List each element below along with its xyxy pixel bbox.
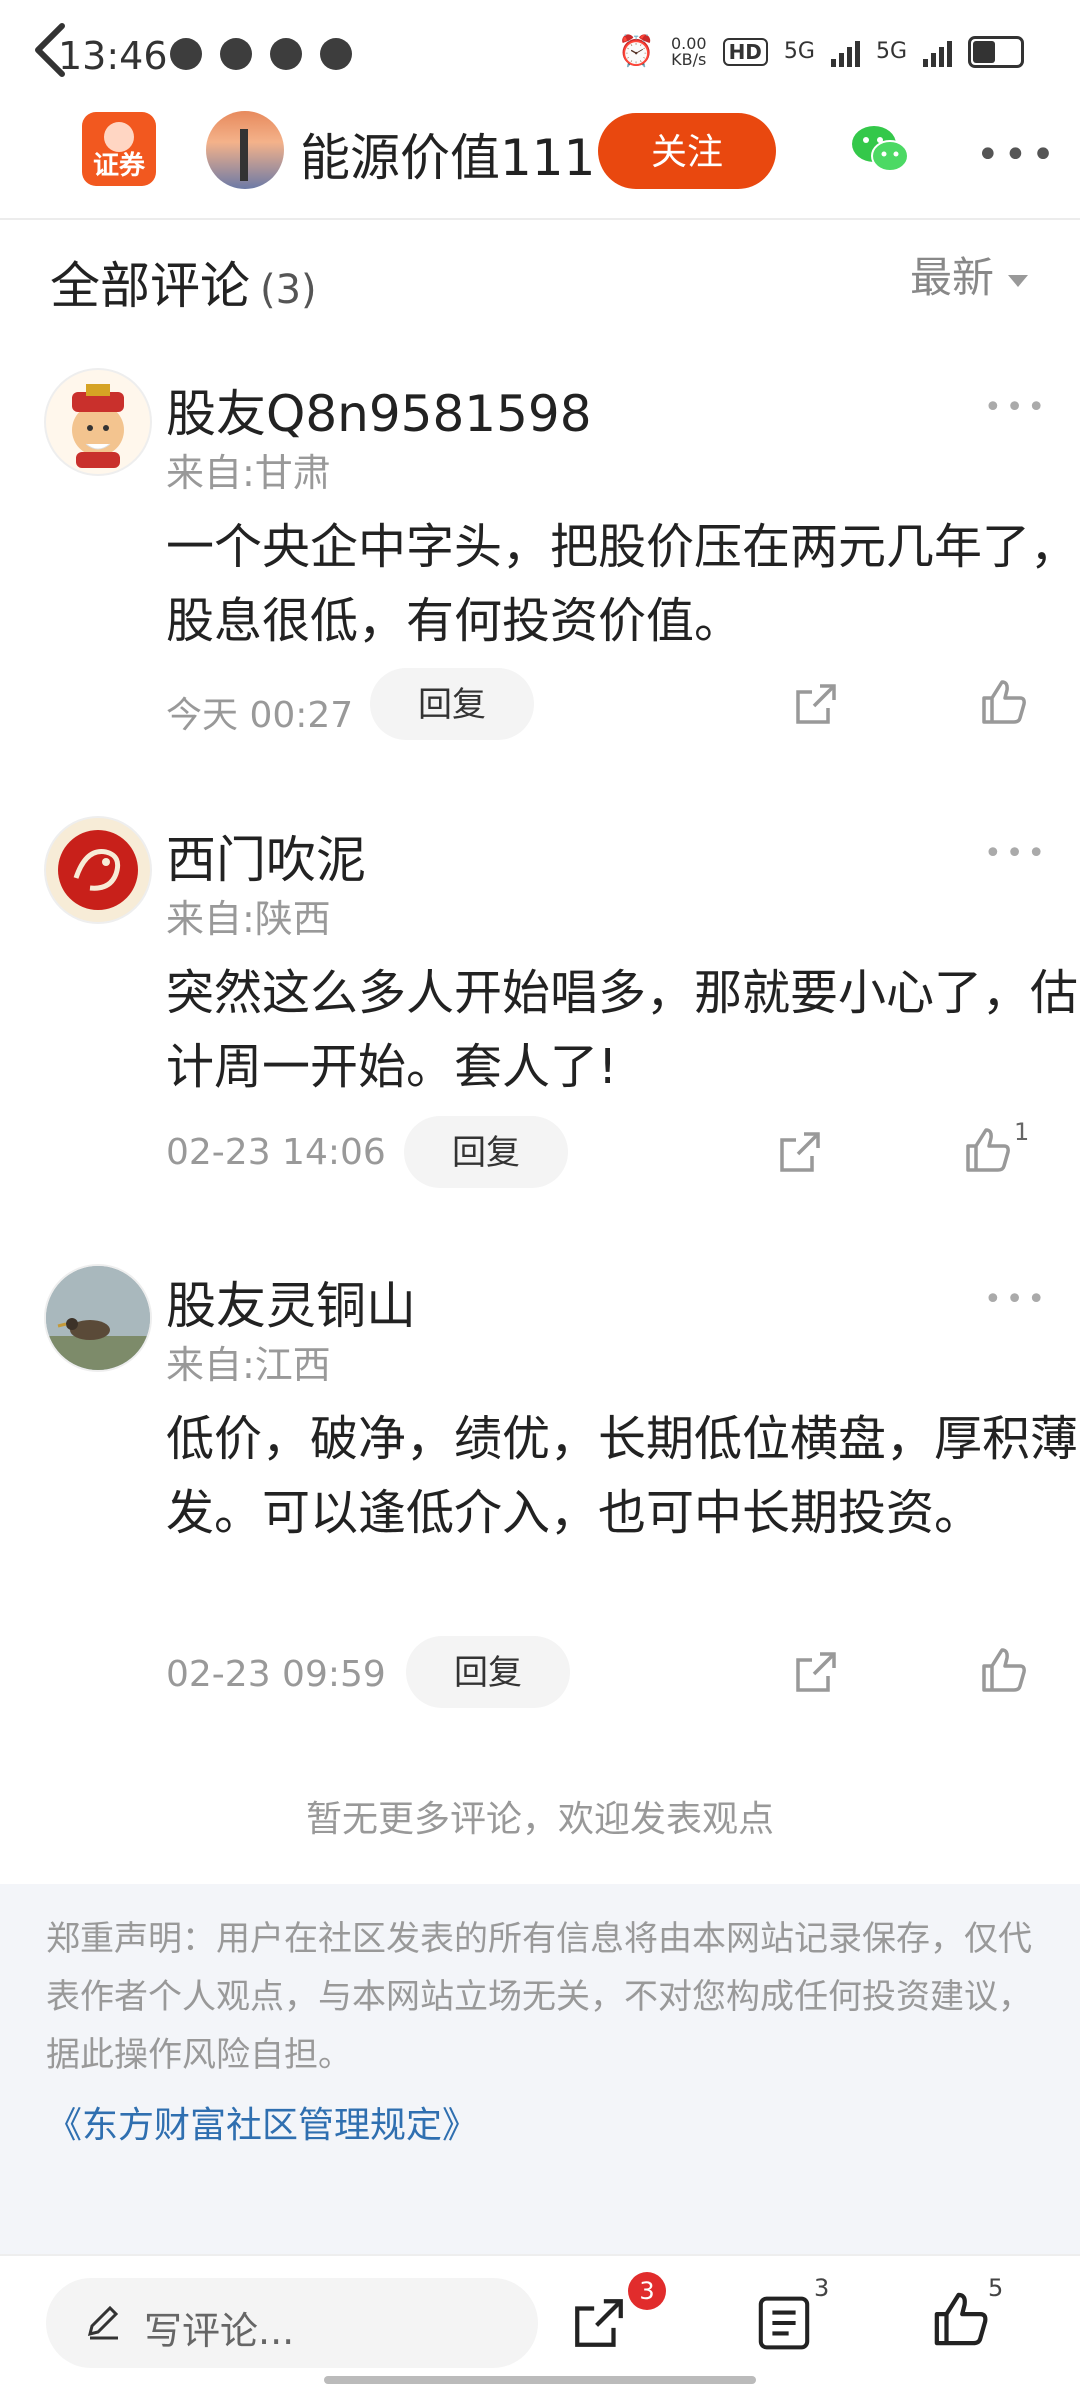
reply-button[interactable]: 回复 — [406, 1636, 570, 1708]
thumbs-up-icon — [966, 1128, 1010, 1172]
app-logo-label: 证券 — [92, 151, 145, 181]
comment-text: 突然这么多人开始唱多，那就要小心了，估计周一开始。套人了! — [166, 965, 1079, 1095]
share-icon — [575, 2299, 623, 2347]
reply-button[interactable]: 回复 — [370, 668, 534, 740]
sort-dropdown[interactable]: 最新 — [910, 244, 1029, 305]
comment-input-placeholder: 写评论... — [144, 2309, 295, 2353]
god-of-wealth-icon — [72, 384, 124, 468]
like-count: 1 — [1014, 1118, 1030, 1146]
camera-notification-icon — [320, 38, 352, 70]
share-post-button[interactable] — [570, 2294, 628, 2356]
comments-header: 全部评论 (3) — [50, 246, 317, 318]
comments-title: 全部评论 — [50, 257, 250, 315]
author-avatar[interactable] — [206, 111, 284, 189]
comment-time: 今天 00:27 — [166, 695, 354, 736]
pen-icon — [84, 2300, 124, 2350]
alarm-icon: ⏰ — [617, 34, 655, 69]
share-badge: 3 — [628, 2272, 666, 2310]
comment-more-button[interactable]: ••• — [984, 390, 1049, 425]
comment-more-button[interactable]: ••• — [984, 836, 1049, 871]
like-button[interactable] — [980, 1646, 1028, 1698]
follow-button[interactable]: 关注 — [598, 113, 776, 189]
more-icon: ••• — [984, 836, 1050, 871]
status-right: ⏰ 0.00 KB/s HD 5G 5G — [618, 34, 1024, 69]
author-name[interactable]: 能源价值111 — [300, 118, 595, 190]
share-button[interactable] — [792, 680, 840, 732]
dragon-papercut-icon — [58, 830, 138, 910]
pen-icon-svg — [87, 2305, 119, 2340]
reply-button[interactable]: 回复 — [404, 1116, 568, 1188]
like-count: 5 — [988, 2274, 1004, 2302]
more-icon: ••• — [984, 390, 1050, 425]
signal-icon — [830, 37, 860, 67]
comment-count: 3 — [814, 2274, 830, 2302]
more-icon: ••• — [984, 1282, 1050, 1317]
like-button[interactable] — [980, 678, 1028, 730]
notification-icons — [170, 38, 352, 70]
wechat-notification-icon — [170, 38, 202, 70]
net-speed-unit: KB/s — [671, 49, 707, 69]
share-icon — [796, 1652, 836, 1692]
wechat-share-button[interactable] — [850, 122, 910, 176]
thumbs-up-icon — [982, 1648, 1026, 1692]
app-notification-icon — [220, 38, 252, 70]
comment-location: 来自:陕西 — [166, 897, 331, 941]
home-indicator[interactable] — [324, 2376, 756, 2384]
comment-time: 02-23 09:59 — [166, 1654, 386, 1695]
comment-avatar[interactable] — [44, 368, 152, 476]
sim1-label: 5G — [783, 39, 815, 64]
comment-author[interactable]: 西门吹泥 — [166, 820, 366, 892]
hd-icon: HD — [722, 37, 768, 66]
thumbs-up-icon — [982, 680, 1026, 724]
logo-badge-icon — [104, 122, 134, 152]
comment-text: 低价，破净，绩优，长期低位横盘，厚积薄发。可以逢低介入，也可中长期投资。 — [166, 1411, 1079, 1541]
sim2-label: 5G — [875, 39, 907, 64]
chevron-left-icon — [35, 23, 65, 77]
comment-author[interactable]: 股友灵铜山 — [166, 1266, 416, 1338]
comment-time: 02-23 14:06 — [166, 1132, 386, 1173]
more-icon: ••• — [976, 132, 1059, 178]
comment-more-button[interactable]: ••• — [984, 1282, 1049, 1317]
share-icon — [796, 684, 836, 724]
wechat-icon — [852, 126, 909, 172]
back-button[interactable] — [30, 20, 70, 95]
comment-list-icon — [758, 2296, 810, 2350]
comment-location: 来自:甘肃 — [166, 451, 331, 495]
comment-location: 来自:江西 — [166, 1343, 331, 1387]
sort-label: 最新 — [910, 253, 995, 302]
disclaimer-text: 郑重声明：用户在社区发表的所有信息将由本网站记录保存，仅代表作者个人观点，与本网… — [46, 1919, 1032, 2075]
app-logo[interactable]: 证券 — [82, 112, 156, 186]
thumbs-up-icon — [934, 2292, 988, 2346]
share-button[interactable] — [776, 1128, 824, 1180]
no-more-comments: 暂无更多评论，欢迎发表观点 — [305, 1799, 774, 1840]
caret-down-icon — [1008, 274, 1029, 287]
comment-text: 一个央企中字头，把股价压在两元几年了，股息很低，有何投资价值。 — [166, 519, 1079, 649]
net-speed: 0.00 KB/s — [671, 35, 707, 69]
send-notification-icon — [270, 38, 302, 70]
share-icon — [780, 1132, 820, 1172]
more-button[interactable]: ••• — [976, 132, 1059, 178]
battery-icon — [968, 35, 1024, 68]
comment-author[interactable]: 股友Q8n9581598 — [166, 374, 592, 446]
share-button[interactable] — [792, 1648, 840, 1700]
comment-avatar[interactable] — [44, 816, 152, 924]
bird-photo-icon — [46, 1266, 150, 1370]
signal-icon-2 — [923, 37, 952, 67]
comment-avatar[interactable] — [44, 1264, 152, 1372]
status-bar: 13:46 ⏰ 0.00 KB/s HD 5G 5G — [0, 0, 1080, 110]
comments-button[interactable] — [756, 2294, 812, 2356]
like-post-button[interactable] — [932, 2290, 990, 2352]
comments-count: (3) — [260, 267, 317, 313]
community-rules-link[interactable]: 《东方财富社区管理规定》 — [46, 2096, 478, 2148]
like-button[interactable] — [964, 1126, 1012, 1178]
lighthouse-icon — [240, 129, 248, 181]
status-time: 13:46 — [58, 34, 168, 78]
